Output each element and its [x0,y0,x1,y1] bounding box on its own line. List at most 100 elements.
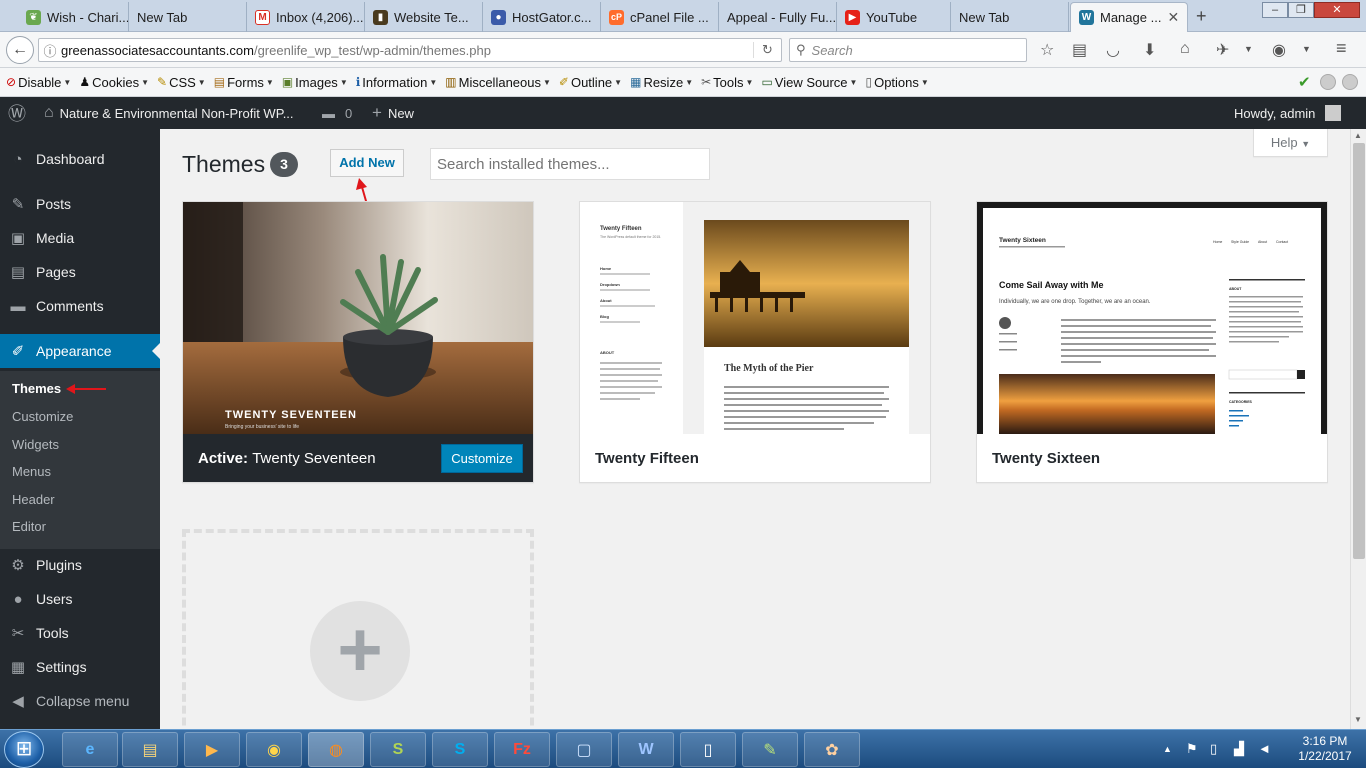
submenu-item-editor[interactable]: Editor [12,519,46,534]
tray-expand-icon[interactable]: ▲ [1163,744,1172,754]
close-tab-icon[interactable]: ✕ [1167,9,1179,26]
new-tab-button[interactable]: + [1196,6,1207,27]
taskbar-app-skype[interactable]: S [432,732,488,767]
my-account-link[interactable]: Howdy, admin [1234,97,1342,129]
browser-tab[interactable]: M Inbox (4,206)... [247,2,365,32]
scrollbar-thumb[interactable] [1353,143,1365,559]
browser-search-input[interactable]: ⚲ Search [789,38,1027,62]
wordpress-logo-icon[interactable]: Ⓦ [8,97,26,129]
dev-menu-images[interactable]: ▣ Images ▼ [282,75,348,90]
info-icon[interactable]: ⓘ [39,41,61,60]
comments-link[interactable]: ▬ 0 [322,97,352,129]
extension-icon[interactable]: ✈ [1216,40,1229,60]
taskbar-app-chrome[interactable]: ◉ [246,732,302,767]
bookmark-star-icon[interactable]: ☆ [1040,40,1054,60]
submenu-item-widgets[interactable]: Widgets [12,437,59,452]
dev-menu-forms[interactable]: ▤ Forms ▼ [214,75,274,90]
taskbar-app-ie[interactable]: e [62,732,118,767]
search-themes-input[interactable] [430,148,710,180]
close-window-button[interactable]: ✕ [1314,2,1360,18]
maximize-button[interactable]: ❐ [1288,2,1314,18]
sidebar-item-settings[interactable]: ▦ Settings [0,655,160,679]
scroll-up-arrow-icon[interactable]: ▲ [1354,131,1362,140]
back-button[interactable]: ← [6,36,34,64]
collapse-menu-button[interactable]: ◀ Collapse menu [0,689,160,713]
submenu-item-header[interactable]: Header [12,492,55,507]
network-icon[interactable]: ▟ [1234,741,1244,757]
taskbar-app-window[interactable]: ▯ [680,732,736,767]
scroll-down-arrow-icon[interactable]: ▼ [1354,715,1362,724]
sidebar-item-users[interactable]: ● Users [0,587,160,611]
sidebar-item-appearance[interactable]: ✐ Appearance [0,334,160,368]
taskbar-app-notepad[interactable]: ✎ [742,732,798,767]
theme-card-twenty-fifteen[interactable]: Twenty Fifteen The WordPress default the… [579,201,931,483]
taskbar-clock[interactable]: 3:16 PM 1/22/2017 [1290,734,1360,764]
sidebar-item-pages[interactable]: ▤ Pages [0,260,160,284]
chevron-down-icon[interactable]: ▼ [1302,44,1311,54]
reload-icon[interactable]: ↻ [753,42,781,58]
submenu-item-themes[interactable]: Themes [12,381,61,396]
dev-menu-information[interactable]: ℹ Information ▼ [356,75,438,90]
sidebar-item-dashboard[interactable]: ◔ Dashboard [0,147,160,171]
taskbar-app-firefox[interactable]: ◍ [308,732,364,767]
sidebar-item-media[interactable]: ▣ Media [0,226,160,250]
download-icon[interactable]: ⬇ [1143,40,1156,60]
flag-icon[interactable]: ⚑ [1186,741,1198,757]
theme-screenshot[interactable]: Twenty Sixteen Home Style Guide About Co… [977,202,1327,434]
customize-button[interactable]: Customize [441,444,523,473]
taskbar-app-paint[interactable]: ✿ [804,732,860,767]
sidebar-item-plugins[interactable]: ⚙ Plugins [0,553,160,577]
dev-menu-tools[interactable]: ✂ Tools ▼ [701,75,753,90]
new-content-link[interactable]: + New [372,97,414,129]
browser-tab[interactable]: ▮ Website Te... [365,2,483,32]
dev-menu-resize[interactable]: ▦ Resize ▼ [630,75,693,90]
dev-menu-disable[interactable]: ⊘ Disable ▼ [6,75,71,90]
taskbar-app-explorer[interactable]: ▤ [122,732,178,767]
browser-tab-active[interactable]: W Manage ... ✕ [1070,2,1188,32]
page-scrollbar[interactable]: ▲ ▼ [1350,129,1366,729]
hamburger-menu-icon[interactable]: ≡ [1336,38,1347,59]
dev-menu-cookies[interactable]: ♟ Cookies ▼ [79,75,149,90]
sidebar-item-posts[interactable]: ✎ Posts [0,192,160,216]
dev-menu-miscellaneous[interactable]: ▥ Miscellaneous ▼ [445,75,551,90]
browser-tab[interactable]: ▶ YouTube [837,2,951,32]
theme-screenshot[interactable]: TWENTY SEVENTEEN Bringing your business'… [183,202,533,434]
dev-menu-options[interactable]: ▯ Options ▼ [865,75,928,90]
theme-card-twenty-sixteen[interactable]: Twenty Sixteen Home Style Guide About Co… [976,201,1328,483]
browser-tab[interactable]: New Tab [129,2,247,32]
taskbar-app-word[interactable]: W [618,732,674,767]
pocket-icon[interactable]: ◡ [1106,40,1120,60]
help-tab-button[interactable]: Help ▼ [1253,129,1328,157]
dev-menu-css[interactable]: ✎ CSS ▼ [157,75,206,90]
home-icon[interactable]: ⌂ [1180,40,1190,58]
taskbar-app-media[interactable]: ▶ [184,732,240,767]
sidebar-item-tools[interactable]: ✂ Tools [0,621,160,645]
taskbar-app-virtualbox[interactable]: ▢ [556,732,612,767]
volume-icon[interactable]: ◄ [1258,741,1271,756]
minimize-button[interactable]: – [1262,2,1288,18]
browser-tab[interactable]: ● HostGator.c... [483,2,601,32]
submenu-item-customize[interactable]: Customize [12,409,73,424]
taskbar-app-filezilla[interactable]: Fz [494,732,550,767]
reading-list-icon[interactable]: ▤ [1072,40,1087,60]
browser-tab[interactable]: Appeal - Fully Fu... [719,2,837,32]
addon-icon[interactable]: ◉ [1272,40,1286,60]
theme-card-twenty-seventeen[interactable]: TWENTY SEVENTEEN Bringing your business'… [182,201,534,483]
submenu-item-menus[interactable]: Menus [12,464,51,479]
add-new-theme-card[interactable]: + [182,529,534,749]
gator-icon: ● [491,9,506,25]
browser-tab[interactable]: ❦ Wish - Chari... [18,2,129,32]
url-bar[interactable]: ⓘ greenassociatesaccountants.com/greenli… [38,38,782,62]
dev-menu-outline[interactable]: ✐ Outline ▼ [559,75,622,90]
dev-menu-view-source[interactable]: ▭ View Source ▼ [761,75,857,90]
add-new-theme-button[interactable]: Add New [330,149,404,177]
taskbar-app-slack[interactable]: S [370,732,426,767]
device-icon[interactable]: ▯ [1210,741,1217,757]
chevron-down-icon[interactable]: ▼ [1244,44,1253,54]
site-name-link[interactable]: ⌂ Nature & Environmental Non-Profit WP..… [44,97,294,129]
browser-tab[interactable]: New Tab [951,2,1069,32]
sidebar-item-comments[interactable]: ▬ Comments [0,294,160,318]
theme-screenshot[interactable]: Twenty Fifteen The WordPress default the… [580,202,930,434]
start-button[interactable]: ⊞ [4,731,44,768]
browser-tab[interactable]: cP cPanel File ... [601,2,719,32]
